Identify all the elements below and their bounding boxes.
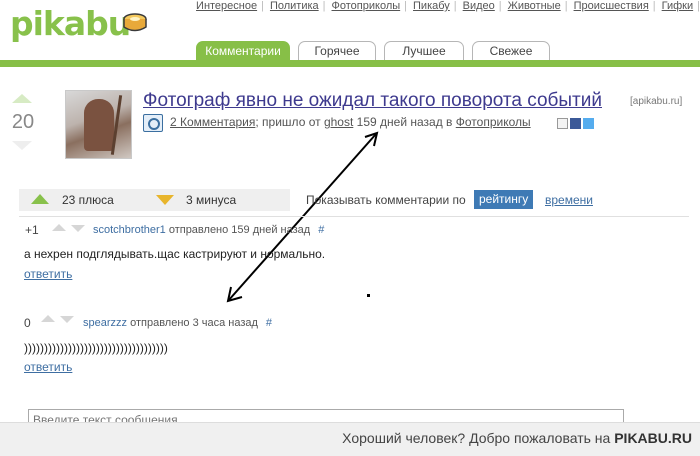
comment-score: +1: [25, 223, 39, 237]
nav-item-photos[interactable]: Фотоприколы: [332, 0, 401, 12]
twitter-icon[interactable]: [583, 118, 594, 130]
comment-header: spearzzz отправлено 3 часа назад #: [83, 317, 272, 329]
facebook-icon[interactable]: [570, 118, 581, 130]
plus-count: 23 плюса: [62, 193, 114, 207]
stray-dot: [367, 294, 370, 297]
nav-separator: |: [261, 0, 264, 12]
nav-item-interesting[interactable]: Интересное: [196, 0, 257, 12]
save-icon[interactable]: [557, 118, 568, 130]
comment-permalink[interactable]: #: [266, 317, 272, 329]
camera-icon: [143, 114, 163, 132]
comment-permalink[interactable]: #: [318, 224, 324, 236]
comment-downvote-icon[interactable]: [60, 316, 74, 323]
nav-item-pikabu[interactable]: Пикабу: [413, 0, 450, 12]
welcome-footer: Хороший человек? Добро пожаловать на PIK…: [0, 422, 700, 456]
nav-item-animals[interactable]: Животные: [508, 0, 561, 12]
footer-message: Хороший человек? Добро пожаловать на: [342, 430, 615, 446]
post-downvote-icon[interactable]: [12, 141, 32, 150]
comment-user-link[interactable]: scotchbrother1: [93, 224, 166, 236]
nav-separator: |: [453, 0, 457, 12]
age-rest: дней назад в: [376, 115, 456, 129]
nav-item-politics[interactable]: Политика: [270, 0, 319, 12]
comment-upvote-icon[interactable]: [41, 315, 55, 322]
share-icons: [557, 115, 596, 133]
reply-link[interactable]: ответить: [24, 267, 72, 281]
comment-sent: отправлено 159 дней назад: [165, 224, 311, 236]
minus-count: 3 минуса: [186, 193, 237, 207]
tab-hot[interactable]: Горячее: [298, 41, 376, 60]
comments-divider: [19, 216, 689, 217]
tab-fresh[interactable]: Свежее: [472, 41, 550, 60]
reply-link[interactable]: ответить: [24, 360, 72, 374]
meta-sent-text: ; пришло от: [255, 115, 324, 129]
tab-bar-line: [0, 60, 700, 67]
footer-brand[interactable]: PIKABU.RU: [614, 430, 692, 446]
rating-bar: 23 плюса 3 минуса: [19, 189, 290, 211]
sort-by-rating-button[interactable]: рейтингу: [474, 190, 534, 209]
category-link[interactable]: Фотоприколы: [456, 115, 531, 129]
nav-separator: |: [498, 0, 502, 12]
comments-link[interactable]: 2 Комментария: [170, 115, 255, 129]
post-thumbnail[interactable]: [65, 90, 132, 159]
comment-upvote-icon[interactable]: [52, 224, 66, 231]
author-link[interactable]: ghost: [324, 115, 353, 129]
nav-separator: |: [404, 0, 408, 12]
sort-by-time-link[interactable]: времени: [545, 193, 593, 207]
nav-separator: |: [652, 0, 656, 12]
comment-user-link[interactable]: spearzzz: [83, 317, 127, 329]
top-navigation: Интересное | Политика | Фотоприколы | Пикабу | В…: [190, 0, 700, 12]
comment-text: а нехрен подглядывать.щас кастрируют и н…: [24, 247, 326, 261]
thumbnail-figure: [84, 99, 114, 151]
sort-label: Показывать комментарии по: [306, 193, 466, 207]
logo-text: pikabu: [10, 4, 131, 43]
nav-separator: |: [322, 0, 326, 12]
post-meta: 2 Комментария; пришло от ghost 159 дней …: [170, 115, 531, 129]
minus-arrow-icon: [156, 195, 174, 205]
comment-header: scotchbrother1 отправлено 159 дней назад…: [93, 224, 324, 236]
comment-score: 0: [24, 316, 31, 330]
tab-comments[interactable]: Комментарии: [196, 41, 290, 60]
footer-text: Хороший человек? Добро пожаловать на PIK…: [342, 430, 692, 446]
post-upvote-icon[interactable]: [12, 94, 32, 103]
post-rating: 20: [11, 111, 35, 133]
cake-icon: [123, 13, 147, 32]
plus-arrow-icon: [31, 194, 49, 204]
nav-item-video[interactable]: Видео: [463, 0, 495, 12]
tab-best[interactable]: Лучшее: [384, 41, 464, 60]
age-num: 159: [356, 115, 377, 129]
comment-text: )))))))))))))))))))))))))))))))))))): [24, 341, 168, 355]
comment-downvote-icon[interactable]: [71, 225, 85, 232]
post-source: [apikabu.ru]: [630, 96, 683, 107]
nav-item-gifs[interactable]: Гифки: [662, 0, 694, 12]
comment-sent: отправлено 3 часа назад: [127, 317, 258, 329]
nav-item-incidents[interactable]: Происшествия: [574, 0, 649, 12]
nav-separator: |: [564, 0, 568, 12]
post-title[interactable]: Фотограф явно не ожидал такого поворота …: [143, 90, 602, 112]
